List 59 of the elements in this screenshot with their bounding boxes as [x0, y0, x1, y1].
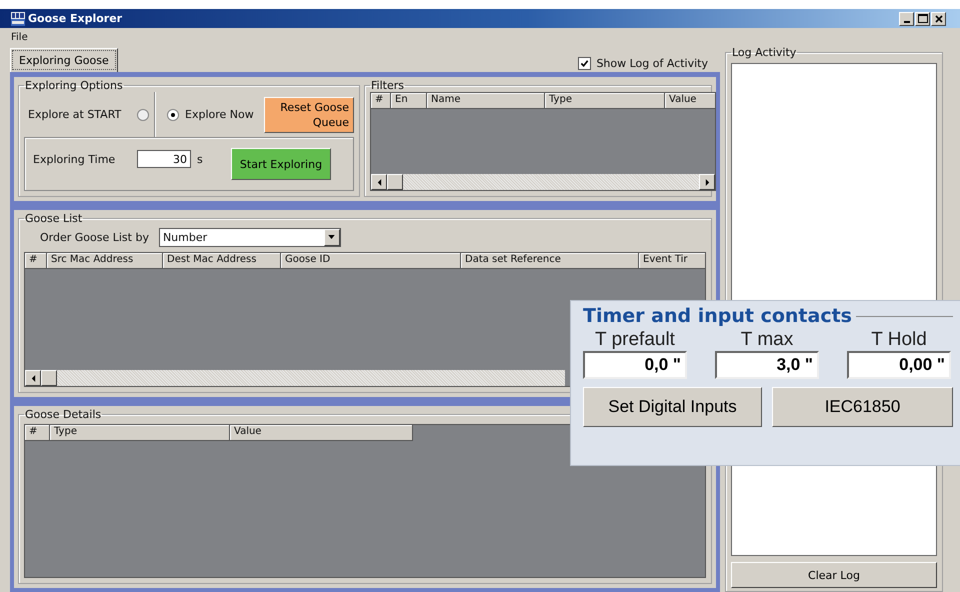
column-header[interactable]: Type — [50, 425, 230, 441]
maximize-icon — [918, 14, 928, 23]
reset-queue-button[interactable]: Reset Goose Queue — [264, 96, 354, 132]
column-header[interactable]: Value — [230, 425, 413, 441]
order-dropdown[interactable]: Number — [158, 228, 341, 246]
scroll-thumb[interactable] — [41, 370, 57, 386]
scroll-left-icon[interactable] — [371, 174, 387, 190]
field-label: Order Goose List by — [40, 230, 149, 244]
tab[interactable]: Exploring Goose — [10, 48, 118, 72]
checkbox[interactable] — [578, 56, 592, 70]
scrollbar[interactable] — [25, 370, 565, 386]
column-header[interactable]: En — [391, 93, 427, 109]
radio-button[interactable] — [167, 108, 179, 120]
column-header[interactable]: # — [371, 93, 391, 109]
radio-label: Explore Now — [185, 108, 254, 121]
field-label: Exploring Time — [33, 153, 116, 166]
column-header[interactable]: Type — [545, 93, 665, 109]
group-title: Exploring Options — [24, 79, 124, 92]
close-icon — [934, 14, 942, 22]
scroll-left-icon[interactable] — [25, 370, 41, 386]
close-button[interactable] — [931, 12, 946, 26]
column-header[interactable]: Goose ID — [281, 253, 461, 269]
group-title: Filters — [370, 79, 405, 92]
field-label: T prefault — [595, 329, 675, 351]
radio-button[interactable] — [137, 108, 150, 120]
field-label: T max — [740, 329, 794, 351]
group-title: Log Activity — [731, 46, 798, 59]
scroll-right-icon[interactable] — [699, 174, 715, 190]
menu-item[interactable]: File — [11, 32, 28, 42]
checkbox-label: Show Log of Activity — [596, 56, 708, 70]
radio-label: Explore at START — [28, 108, 122, 121]
column-header[interactable]: Src Mac Address — [47, 253, 163, 269]
column-header[interactable]: # — [25, 253, 47, 269]
minimize-button[interactable] — [899, 12, 914, 26]
clear-log-button[interactable]: Clear Log — [731, 562, 937, 588]
field-label: T Hold — [871, 329, 927, 351]
scrollbar[interactable] — [371, 174, 715, 190]
column-header[interactable]: Event Tir — [639, 253, 705, 269]
minimize-icon — [904, 20, 910, 22]
start-button[interactable]: Start Exploring — [231, 148, 331, 180]
inset-button[interactable]: IEC61850 — [772, 387, 953, 427]
column-header[interactable]: Name — [427, 93, 545, 109]
column-header[interactable]: Value — [665, 93, 715, 109]
time-input[interactable]: 0,0 " — [583, 351, 687, 379]
scroll-thumb[interactable] — [387, 174, 403, 190]
time-input[interactable]: 3,0 " — [715, 351, 819, 379]
column-header[interactable]: Data set Reference — [461, 253, 639, 269]
app-logo-icon — [11, 12, 25, 26]
inset-title: Timer and input contacts — [583, 305, 852, 327]
maximize-button[interactable] — [915, 12, 930, 26]
time-input[interactable]: 0,00 " — [847, 351, 951, 379]
column-header[interactable]: Dest Mac Address — [163, 253, 281, 269]
unit-label: s — [196, 153, 204, 166]
group-title: Goose Details — [24, 408, 102, 421]
column-header[interactable]: # — [25, 425, 50, 441]
inset-button[interactable]: Set Digital Inputs — [583, 387, 762, 427]
group-title: Goose List — [24, 212, 84, 225]
window-title: Goose Explorer — [28, 12, 122, 25]
time-input[interactable]: 30 — [137, 150, 191, 168]
